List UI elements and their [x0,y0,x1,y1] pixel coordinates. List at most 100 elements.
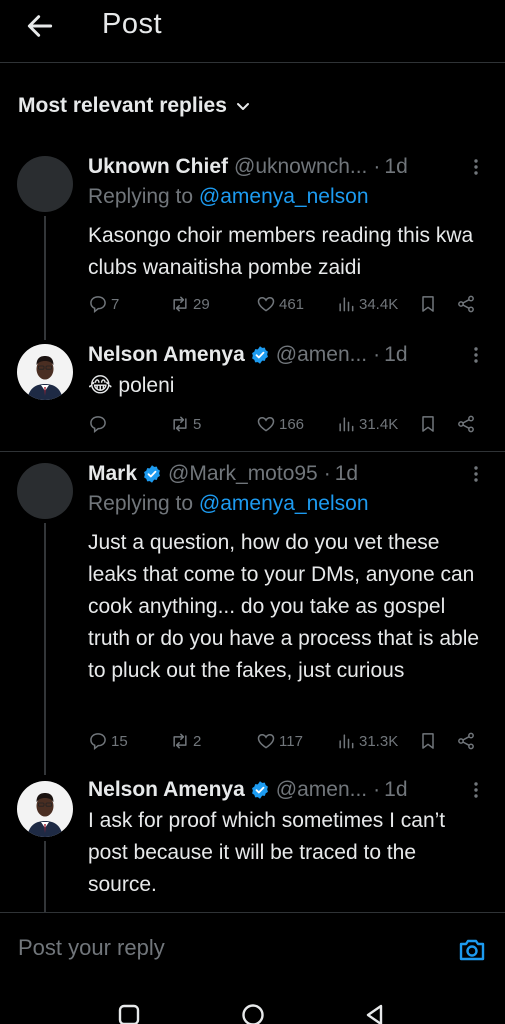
separator-dot: · [373,155,381,178]
repost-icon [173,296,187,312]
separator-dot: · [373,343,381,366]
page-title: Post [102,8,163,40]
camera-icon[interactable] [457,935,487,965]
view-count: 34.4K [359,295,399,313]
bookmark-icon[interactable] [418,294,438,314]
verified-badge-icon [251,781,268,799]
mention-link[interactable]: @amenya_nelson [199,185,369,208]
arrow-left-icon[interactable] [24,10,56,42]
post-text: 😂 poleni [88,370,493,402]
like-button[interactable]: 461 [256,294,304,314]
comment-icon [90,733,106,751]
heart-icon [257,416,275,432]
chevron-down-icon [236,103,249,110]
divider [0,451,505,452]
views-button[interactable]: 34.4K [336,294,398,314]
like-count: 117 [279,732,303,750]
like-count: 166 [279,415,305,433]
back-triangle-icon[interactable] [362,1002,388,1024]
more-vertical-icon[interactable] [467,158,485,176]
share-icon[interactable] [456,414,476,434]
author-name[interactable]: Uknown Chief [88,155,228,179]
thread-line [44,523,46,775]
repost-count: 5 [193,415,202,433]
heart-icon [257,296,275,312]
verified-badge-icon [144,465,160,483]
reply-post[interactable]: Mark @Mark_moto95 · 1d Replying to @amen… [0,457,505,775]
repost-button[interactable]: 29 [170,294,210,314]
author-handle[interactable]: @amen... [276,343,367,367]
views-icon [339,417,354,432]
reply-button[interactable]: 15 [88,731,128,751]
post-time: 1d [334,462,359,485]
reply-post[interactable]: Uknown Chief @uknownch... · 1d Replying … [0,150,505,340]
repost-count: 29 [193,295,210,313]
reply-composer: Post your reply [0,912,505,986]
post-text-body: poleni [118,374,175,397]
author-handle[interactable]: @uknownch... [234,155,367,179]
system-nav-bar [0,990,505,1024]
bookmark-icon[interactable] [418,731,438,751]
author-name[interactable]: Nelson Amenya [88,778,245,802]
heart-icon [257,733,275,749]
views-icon [339,297,354,312]
separator-dot: · [373,778,381,801]
like-button[interactable]: 117 [256,731,303,751]
author-name[interactable]: Nelson Amenya [88,343,245,367]
action-bar: 15 2 117 31.3K [88,731,488,755]
profile-photo [17,344,73,400]
replying-prefix: Replying to [88,185,199,208]
author-handle[interactable]: @Mark_moto95 [168,462,318,486]
view-count: 31.4K [359,415,399,433]
action-bar: 7 29 461 34.4K [88,294,488,318]
home-icon[interactable] [240,1002,266,1024]
author-handle[interactable]: @amen... [276,778,367,802]
bookmark-icon[interactable] [418,414,438,434]
verified-badge-icon [251,346,268,364]
replying-to: Replying to @amenya_nelson [88,492,369,516]
repost-count: 2 [193,732,202,750]
avatar[interactable] [17,156,73,212]
avatar[interactable] [17,781,73,837]
reply-button[interactable] [88,414,111,434]
avatar[interactable] [17,463,73,519]
share-icon[interactable] [456,294,476,314]
like-button[interactable]: 166 [256,414,304,434]
top-bar: Post [0,0,505,54]
repost-icon [173,416,187,432]
comment-icon [90,296,106,314]
reply-input[interactable]: Post your reply [18,935,165,961]
repost-button[interactable]: 5 [170,414,201,434]
views-button[interactable]: 31.4K [336,414,398,434]
recents-icon[interactable] [116,1002,142,1024]
post-text: Just a question, how do you vet these le… [88,531,480,682]
more-vertical-icon[interactable] [467,346,485,364]
mention-link[interactable]: @amenya_nelson [199,492,369,515]
view-count: 31.3K [359,732,399,750]
repost-icon [173,733,187,749]
divider [0,62,505,63]
views-icon [339,734,354,749]
repost-button[interactable]: 2 [170,731,201,751]
comment-icon [90,416,106,434]
reply-post[interactable]: Nelson Amenya @amen... · 1d I ask for pr… [0,775,505,912]
more-vertical-icon[interactable] [467,465,485,483]
author-name[interactable]: Mark [88,462,137,486]
post-time: 1d [384,778,408,801]
reply-count: 7 [111,295,120,313]
views-button[interactable]: 31.3K [336,731,398,751]
sort-label: Most relevant replies [18,94,227,117]
avatar[interactable] [17,344,73,400]
post-text: Kasongo choir members reading this kwa c… [88,224,474,279]
reply-button[interactable]: 7 [88,294,119,314]
post-time: 1d [384,343,408,366]
sort-dropdown[interactable]: Most relevant replies [18,94,251,118]
more-vertical-icon[interactable] [467,781,485,799]
thread-line [44,841,46,912]
share-icon[interactable] [456,731,476,751]
emoji: 😂 [88,374,113,397]
profile-photo [17,781,73,837]
reply-count: 15 [111,732,128,750]
like-count: 461 [279,295,305,313]
reply-post[interactable]: Nelson Amenya @amen... · 1d 😂 poleni 5 1… [0,338,505,450]
